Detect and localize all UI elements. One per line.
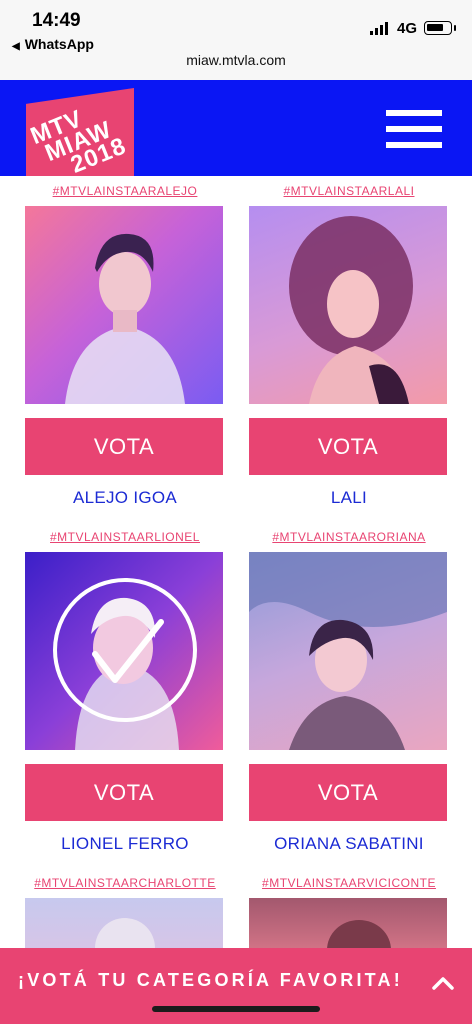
status-bar: 14:49 ◀ WhatsApp 4G miaw.mtvla.com	[0, 0, 472, 80]
hashtag-link[interactable]: #MTVLAINSTAARVICICONTE	[239, 876, 459, 890]
signal-icon	[370, 22, 388, 35]
vote-button[interactable]: VOTA	[25, 418, 223, 475]
nominee-photo[interactable]	[25, 552, 223, 750]
vote-button[interactable]: VOTA	[249, 418, 447, 475]
nominee-name: ORIANA SABATINI	[274, 834, 424, 853]
battery-icon	[424, 21, 456, 35]
hashtag-link[interactable]: #MTVLAINSTAARALEJO	[15, 184, 235, 198]
category-vote-bar[interactable]: ¡VOTÁ TU CATEGORÍA FAVORITA!	[0, 948, 472, 1024]
battery-fill	[427, 24, 443, 31]
nominee-photo[interactable]	[249, 206, 447, 404]
nominee-name: ALEJO IGOA	[72, 488, 178, 507]
network-label: 4G	[397, 20, 418, 37]
nominee-name: LIONEL FERRO	[61, 834, 189, 853]
nominee-name: LALI	[330, 488, 368, 507]
status-time: 14:49	[32, 10, 81, 31]
vote-button[interactable]: VOTA	[249, 764, 447, 821]
hamburger-icon[interactable]	[386, 110, 442, 152]
selected-check-circle	[53, 578, 197, 722]
back-to-app-link[interactable]: ◀ WhatsApp	[12, 36, 94, 52]
hashtag-link[interactable]: #MTVLAINSTAARCHARLOTTE	[15, 876, 235, 890]
hashtag-link[interactable]: #MTVLAINSTAARORIANA	[239, 530, 459, 544]
nominee-photo[interactable]	[249, 552, 447, 750]
home-indicator[interactable]	[152, 1006, 320, 1012]
chevron-up-icon[interactable]	[432, 974, 454, 992]
checkmark-icon	[92, 619, 164, 683]
category-vote-label: ¡VOTÁ TU CATEGORÍA FAVORITA!	[18, 970, 403, 990]
back-arrow-icon: ◀	[12, 41, 20, 52]
hashtag-link[interactable]: #MTVLAINSTAARLIONEL	[15, 530, 235, 544]
hashtag-link[interactable]: #MTVLAINSTAARLALI	[239, 184, 459, 198]
back-app-label: WhatsApp	[24, 36, 94, 52]
vote-button[interactable]: VOTA	[25, 764, 223, 821]
nominee-photo[interactable]	[25, 206, 223, 404]
page: 14:49 ◀ WhatsApp 4G miaw.mtvla.com MTV MI…	[0, 0, 472, 1024]
address-bar-url[interactable]: miaw.mtvla.com	[0, 52, 472, 68]
